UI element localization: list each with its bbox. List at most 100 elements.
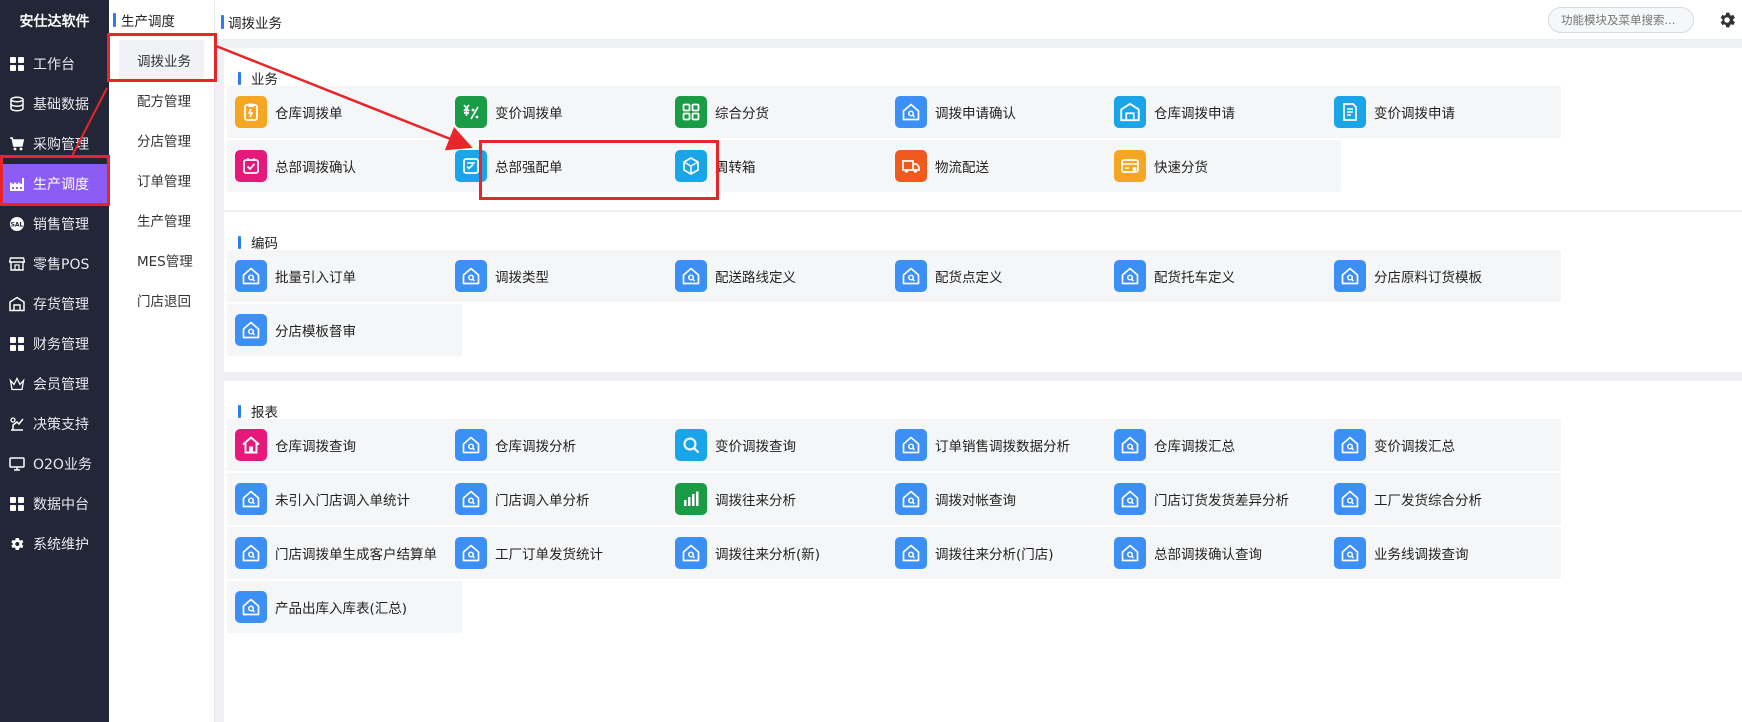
nav-item-10[interactable]: O2O业务	[0, 444, 109, 484]
function-tile[interactable]: 批量引入订单	[227, 250, 462, 302]
breadcrumb-current[interactable]: 调拨业务	[228, 12, 282, 32]
function-tile[interactable]: 门店调入单分析	[447, 473, 682, 525]
function-tile[interactable]: 调拨申请确认	[887, 86, 1122, 138]
nav-item-1[interactable]: 基础数据	[0, 84, 109, 124]
house-icon	[895, 260, 927, 292]
function-tile[interactable]: 总部调拨确认	[227, 140, 462, 192]
nav-item-label: O2O业务	[33, 457, 92, 473]
menu-search-input[interactable]	[1561, 13, 1681, 27]
nav-item-8[interactable]: 会员管理	[0, 364, 109, 404]
svg-text:SAL: SAL	[11, 222, 24, 229]
subnav-item-6[interactable]: 门店退回	[109, 280, 214, 320]
section-marker	[238, 71, 241, 85]
tile-label: 配货点定义	[935, 270, 1003, 286]
tile-label: 变价调拨单	[495, 106, 563, 122]
tile-label: 仓库调拨单	[275, 106, 343, 122]
nav-item-2[interactable]: 采购管理	[0, 124, 109, 164]
function-tile[interactable]: 变价调拨汇总	[1326, 419, 1561, 471]
house-icon	[1334, 537, 1366, 569]
nav-item-6[interactable]: 存货管理	[0, 284, 109, 324]
nav-item-12[interactable]: 系统维护	[0, 524, 109, 564]
function-tile[interactable]: 变价调拨申请	[1326, 86, 1561, 138]
nav-item-11[interactable]: 数据中台	[0, 484, 109, 524]
tile-label: 调拨类型	[495, 270, 549, 286]
nav-item-3[interactable]: 生产调度	[0, 164, 109, 204]
function-tile[interactable]: 配货托车定义	[1106, 250, 1341, 302]
house-icon	[455, 260, 487, 292]
tile-label: 配送路线定义	[715, 270, 796, 286]
function-tile[interactable]: 门店调拨单生成客户结算单	[227, 527, 462, 579]
gear-icon	[9, 536, 25, 552]
function-tile[interactable]: 订单销售调拨数据分析	[887, 419, 1122, 471]
nav-item-label: 存货管理	[33, 297, 89, 313]
subnav-item-4[interactable]: 生产管理	[109, 200, 214, 240]
function-tile[interactable]: 工厂发货综合分析	[1326, 473, 1561, 525]
subnav-item-3[interactable]: 订单管理	[109, 160, 214, 200]
tile-label: 分店原料订货模板	[1374, 270, 1482, 286]
house-icon	[1334, 429, 1366, 461]
function-tile[interactable]: 综合分货	[667, 86, 902, 138]
subnav-item-5[interactable]: MES管理	[109, 240, 214, 280]
bar-chart-icon	[675, 483, 707, 515]
function-tile[interactable]: 仓库调拨申请	[1106, 86, 1341, 138]
house-icon	[455, 483, 487, 515]
function-tile[interactable]: 调拨往来分析	[667, 473, 902, 525]
subnav-item-2[interactable]: 分店管理	[109, 120, 214, 160]
section-title: 业务	[238, 68, 278, 88]
function-tile[interactable]: 产品出库入库表(汇总)	[227, 581, 462, 633]
function-tile[interactable]: 调拨类型	[447, 250, 682, 302]
function-tile[interactable]: 门店订货发货差异分析	[1106, 473, 1341, 525]
tile-label: 门店调入单分析	[495, 493, 590, 509]
function-tile[interactable]: 变价调拨查询	[667, 419, 902, 471]
menu-search-box[interactable]	[1548, 7, 1694, 33]
nav-item-5[interactable]: 零售POS	[0, 244, 109, 284]
function-tile[interactable]: 分店原料订货模板	[1326, 250, 1561, 302]
tile-label: 门店订货发货差异分析	[1154, 493, 1289, 509]
function-tile[interactable]: 总部强配单	[447, 140, 682, 192]
grid-icon	[9, 56, 25, 72]
factory-icon	[9, 176, 25, 192]
function-tile[interactable]: 仓库调拨单	[227, 86, 462, 138]
nav-item-label: 决策支持	[33, 417, 89, 433]
nav-item-9[interactable]: 决策支持	[0, 404, 109, 444]
house-icon	[235, 591, 267, 623]
function-tile[interactable]: 总部调拨确认查询	[1106, 527, 1341, 579]
function-tile[interactable]: 分店模板督审	[227, 304, 462, 356]
tile-label: 仓库调拨分析	[495, 439, 576, 455]
function-tile[interactable]: 配货点定义	[887, 250, 1122, 302]
nav-item-7[interactable]: 财务管理	[0, 324, 109, 364]
subnav-item-0[interactable]: 调拨业务	[119, 40, 204, 80]
function-tile[interactable]: 配送路线定义	[667, 250, 902, 302]
function-tile[interactable]: 未引入门店调入单统计	[227, 473, 462, 525]
warehouse-icon	[9, 296, 25, 312]
function-tile[interactable]: 调拨对帐查询	[887, 473, 1122, 525]
warehouse-icon	[1114, 96, 1146, 128]
house-icon	[455, 537, 487, 569]
nav-item-label: 工作台	[33, 57, 75, 73]
function-tile[interactable]: 业务线调拨查询	[1326, 527, 1561, 579]
truck-icon	[895, 150, 927, 182]
settings-gear-icon[interactable]	[1717, 10, 1737, 30]
function-tile[interactable]: 仓库调拨汇总	[1106, 419, 1341, 471]
function-tile[interactable]: 周转箱	[667, 140, 902, 192]
tile-label: 物流配送	[935, 160, 989, 176]
house-icon	[675, 260, 707, 292]
breadcrumb-marker	[221, 15, 224, 29]
function-tile[interactable]: 仓库调拨分析	[447, 419, 682, 471]
function-tile[interactable]: 工厂订单发货统计	[447, 527, 682, 579]
subnav-item-1[interactable]: 配方管理	[109, 80, 214, 120]
tile-label: 变价调拨查询	[715, 439, 796, 455]
brand-logo: 安仕达软件	[19, 14, 90, 30]
house-icon	[235, 483, 267, 515]
function-tile[interactable]: 快速分货	[1106, 140, 1341, 192]
nav-item-4[interactable]: SAL 销售管理	[0, 204, 109, 244]
tile-label: 调拨往来分析	[715, 493, 796, 509]
function-tile[interactable]: 调拨往来分析(门店)	[887, 527, 1122, 579]
tile-label: 周转箱	[715, 160, 756, 176]
function-tile[interactable]: 仓库调拨查询	[227, 419, 462, 471]
nav-item-0[interactable]: 工作台	[0, 44, 109, 84]
sales-badge-icon: SAL	[9, 216, 25, 232]
function-tile[interactable]: 物流配送	[887, 140, 1122, 192]
function-tile[interactable]: 变价调拨单	[447, 86, 682, 138]
function-tile[interactable]: 调拨往来分析(新)	[667, 527, 902, 579]
